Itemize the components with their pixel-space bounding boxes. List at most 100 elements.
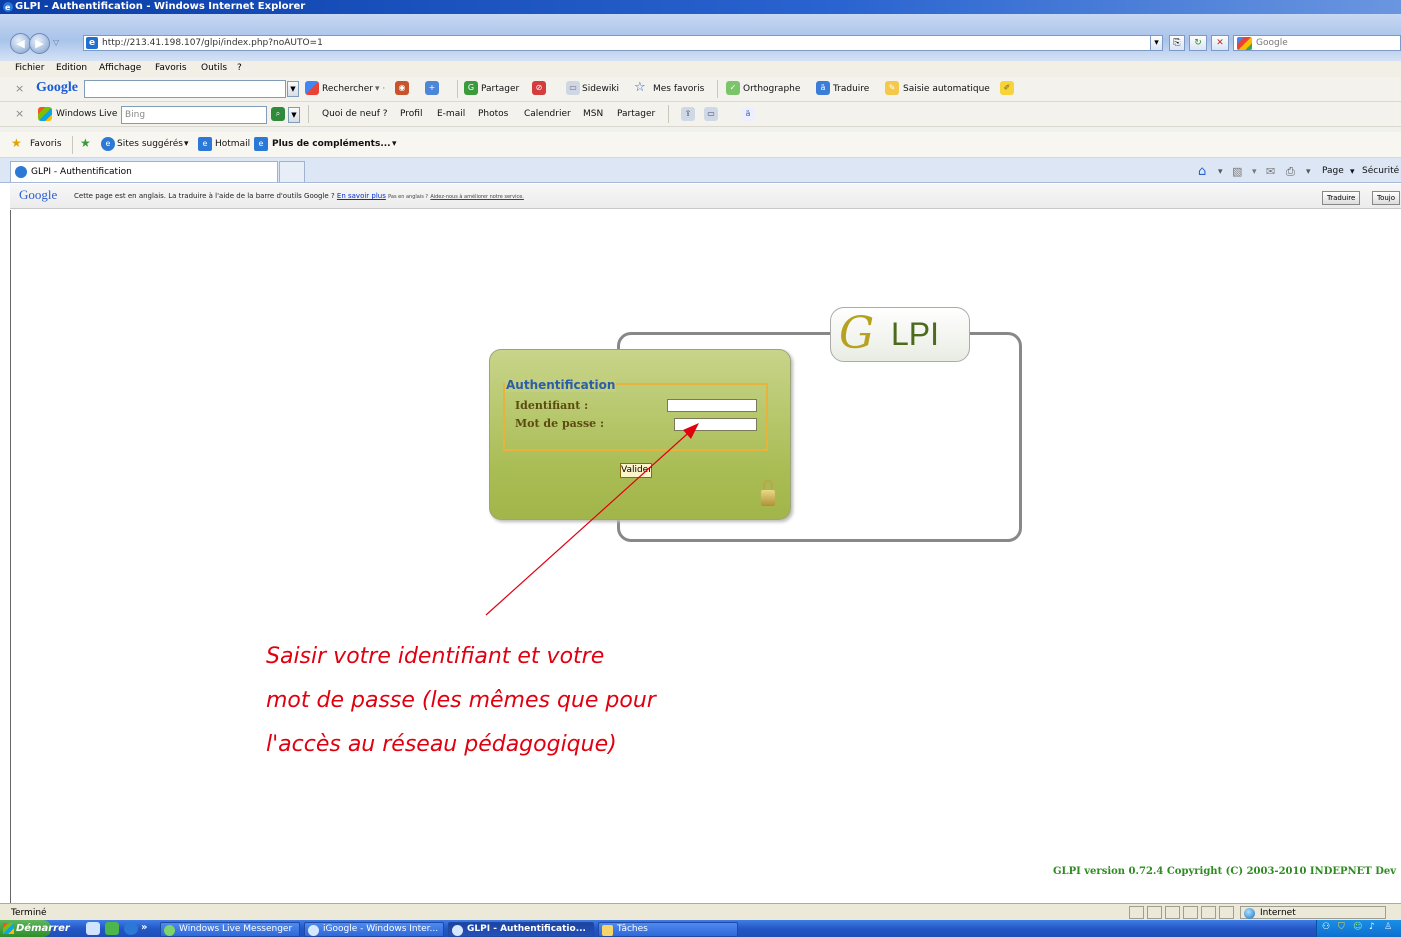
tab-glpi-authentification[interactable]: GLPI - Authentification: [10, 161, 278, 182]
window-icon[interactable]: ▭: [704, 107, 718, 121]
live-link-email[interactable]: E-mail: [437, 109, 465, 119]
fav-more-addons[interactable]: Plus de compléments...: [272, 139, 391, 149]
live-link-msn[interactable]: MSN: [583, 109, 603, 119]
learn-more-link[interactable]: En savoir plus: [337, 192, 386, 200]
search-button[interactable]: Rechercher: [322, 84, 373, 94]
address-dropdown-button[interactable]: ▾: [1150, 35, 1163, 51]
mail-icon[interactable]: ✉: [1266, 165, 1275, 178]
live-link-photos[interactable]: Photos: [478, 109, 508, 119]
star-icon[interactable]: ☆: [634, 80, 646, 95]
glpi-logo: G LPI: [830, 307, 970, 362]
page-menu-dropdown-icon[interactable]: ▾: [1350, 167, 1355, 177]
fav-suggested-sites[interactable]: Sites suggérés: [117, 139, 183, 149]
feeds-dropdown-icon[interactable]: ▾: [1252, 167, 1257, 177]
pencil-icon[interactable]: ✐: [1000, 81, 1014, 95]
recent-pages-chevron-icon[interactable]: ▽: [53, 38, 65, 50]
messenger-tray-icon[interactable]: ☺: [1353, 922, 1362, 932]
search-box[interactable]: Google: [1233, 35, 1401, 51]
home-dropdown-icon[interactable]: ▾: [1218, 167, 1223, 177]
volume-icon[interactable]: ♪: [1369, 922, 1375, 932]
fav-dropdown-icon[interactable]: ▾: [184, 139, 189, 149]
svg-text:e: e: [5, 3, 11, 12]
favorites-button[interactable]: Favoris: [30, 139, 62, 149]
google-search-icon[interactable]: [305, 81, 319, 95]
login-legend: Authentification: [505, 378, 617, 392]
compat-view-icon[interactable]: ⎘: [1169, 35, 1185, 51]
menu-view[interactable]: Affichage: [99, 63, 141, 73]
task-messenger[interactable]: Windows Live Messenger: [160, 922, 300, 937]
menu-edit[interactable]: Edition: [56, 63, 87, 73]
menu-favorites[interactable]: Favoris: [155, 63, 187, 73]
help-improve-link[interactable]: Aidez-nous à améliorer notre service.: [430, 194, 524, 200]
security-zone[interactable]: Internet: [1240, 906, 1386, 919]
address-bar[interactable]: e http://213.41.198.107/glpi/index.php?n…: [83, 35, 1159, 51]
task-igoogle[interactable]: iGoogle - Windows Inter...: [304, 922, 444, 937]
bing-search-dropdown[interactable]: ▼: [288, 107, 300, 123]
user-tray-icon[interactable]: ♙: [1384, 922, 1392, 932]
sidewiki-icon[interactable]: ▭: [566, 81, 580, 95]
add-favorite-icon[interactable]: ★: [80, 136, 91, 150]
translate-toolbar-button[interactable]: Traduire: [833, 84, 869, 94]
search-icon[interactable]: ⌕: [271, 107, 285, 121]
live-link-calendar[interactable]: Calendrier: [524, 109, 571, 119]
print-dropdown-icon[interactable]: ▾: [1306, 167, 1311, 177]
google-search-input[interactable]: [84, 80, 286, 98]
share-page-icon[interactable]: ⇪: [681, 107, 695, 121]
translate-icon[interactable]: ä: [816, 81, 830, 95]
spellcheck-icon[interactable]: ✓: [726, 81, 740, 95]
share-icon[interactable]: G: [464, 81, 478, 95]
menu-help[interactable]: ?: [237, 63, 242, 73]
autofill-button[interactable]: Saisie automatique: [903, 84, 990, 94]
security-menu[interactable]: Sécurité: [1362, 166, 1399, 176]
network-icon[interactable]: ⚇: [1322, 922, 1330, 932]
live-link-profile[interactable]: Profil: [400, 109, 422, 119]
menu-tools[interactable]: Outils: [201, 63, 227, 73]
task-folder[interactable]: Tâches: [598, 922, 738, 937]
my-favorites-button[interactable]: Mes favoris: [653, 84, 704, 94]
menu-file[interactable]: Fichier: [15, 63, 44, 73]
translate-button[interactable]: Traduire: [1322, 191, 1361, 205]
share-button[interactable]: Partager: [481, 84, 519, 94]
task-glpi[interactable]: GLPI - Authentificatio...: [448, 922, 594, 937]
show-desktop-icon[interactable]: [86, 922, 100, 935]
print-icon[interactable]: ⎙: [1286, 165, 1295, 179]
forward-button[interactable]: ▶: [29, 33, 50, 54]
google-toolbar-logo[interactable]: Google: [36, 80, 78, 96]
search-dropdown-icon[interactable]: ▾ ·: [375, 84, 385, 94]
spelling-button[interactable]: Orthographe: [743, 84, 800, 94]
close-toolbar-icon[interactable]: ×: [15, 82, 24, 95]
task-label: Windows Live Messenger: [179, 924, 293, 934]
glpi-logo-g: G: [839, 308, 875, 359]
favorites-star-icon[interactable]: ★: [11, 136, 22, 150]
sidewiki-button[interactable]: Sidewiki: [582, 84, 619, 94]
ie-quick-icon[interactable]: [124, 922, 138, 935]
windows-live-brand[interactable]: Windows Live: [56, 109, 117, 119]
bing-search-input[interactable]: Bing: [121, 106, 267, 124]
refresh-icon[interactable]: ↻: [1189, 35, 1207, 51]
page-menu[interactable]: Page: [1322, 166, 1344, 176]
translator-icon[interactable]: ä: [741, 107, 755, 121]
url-field[interactable]: http://213.41.198.107/glpi/index.php?noA…: [102, 38, 323, 48]
blocked-popups-icon[interactable]: ⊘: [532, 81, 546, 95]
fav-hotmail[interactable]: Hotmail: [215, 139, 250, 149]
feeds-icon[interactable]: ▧: [1232, 165, 1242, 178]
pagerank-icon[interactable]: ◉: [395, 81, 409, 95]
annotation-arrow: [485, 423, 699, 616]
start-button[interactable]: Démarrer: [0, 920, 70, 937]
bookmark-plus-icon[interactable]: +: [425, 81, 439, 95]
live-link-whats-new[interactable]: Quoi de neuf ?: [322, 109, 388, 119]
live-link-share[interactable]: Partager: [617, 109, 655, 119]
stop-icon[interactable]: ✕: [1211, 35, 1229, 51]
security-shield-icon[interactable]: ⛉: [1338, 922, 1345, 932]
autofill-icon[interactable]: ✎: [885, 81, 899, 95]
more-quicklaunch-icon[interactable]: »: [141, 922, 147, 933]
always-translate-button[interactable]: Toujo: [1372, 191, 1401, 205]
messenger-quick-icon[interactable]: [105, 922, 119, 935]
back-button[interactable]: ◀: [10, 33, 31, 54]
close-toolbar-icon[interactable]: ×: [15, 107, 24, 120]
fav-more-dropdown-icon[interactable]: ▾: [392, 139, 397, 149]
home-icon[interactable]: ⌂: [1198, 164, 1206, 179]
google-search-dropdown[interactable]: ▼: [287, 81, 299, 97]
username-field[interactable]: [667, 399, 757, 412]
new-tab-button[interactable]: [279, 161, 305, 182]
